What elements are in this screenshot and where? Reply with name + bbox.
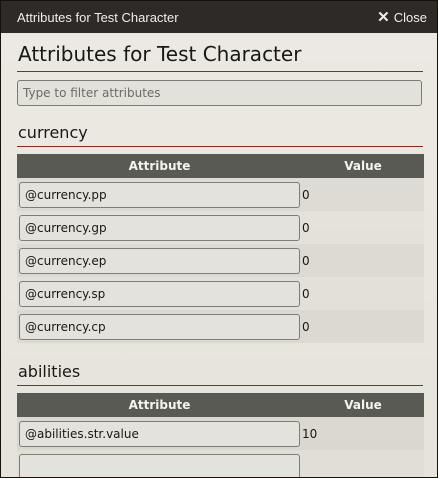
- attribute-value: 0: [302, 244, 424, 277]
- attribute-key-field[interactable]: @currency.gp: [19, 214, 300, 241]
- attribute-cell: @abilities.str.value: [17, 417, 302, 450]
- filter-attributes-input[interactable]: [17, 80, 422, 106]
- section-title-abilities: abilities: [17, 362, 423, 386]
- table-row: [17, 450, 424, 477]
- attribute-cell: @currency.sp: [17, 277, 302, 310]
- table-row: @abilities.str.value 10: [17, 417, 424, 450]
- section-title-currency: currency: [17, 123, 423, 147]
- attribute-value: 0: [302, 178, 424, 211]
- table-row: @currency.gp 0: [17, 211, 424, 244]
- attribute-cell: @currency.cp: [17, 310, 302, 343]
- value-column-header: Value: [302, 393, 424, 417]
- attribute-key-field[interactable]: @currency.cp: [19, 313, 300, 340]
- attribute-key-field[interactable]: [19, 453, 300, 477]
- attribute-value: 0: [302, 310, 424, 343]
- attribute-cell: [17, 450, 302, 477]
- attribute-key-field[interactable]: @abilities.str.value: [19, 420, 300, 447]
- attribute-cell: @currency.ep: [17, 244, 302, 277]
- table-row: @currency.pp 0: [17, 178, 424, 211]
- attribute-key-field[interactable]: @currency.pp: [19, 181, 300, 208]
- table-row: @currency.sp 0: [17, 277, 424, 310]
- attributes-dialog: Attributes for Test Character ✕ Close At…: [0, 0, 438, 478]
- close-label: Close: [393, 9, 427, 25]
- dialog-content[interactable]: Attributes for Test Character currency A…: [1, 33, 437, 477]
- page-title: Attributes for Test Character: [17, 41, 423, 72]
- attribute-cell: @currency.gp: [17, 211, 302, 244]
- attribute-column-header: Attribute: [17, 393, 302, 417]
- dialog-titlebar[interactable]: Attributes for Test Character ✕ Close: [1, 1, 437, 33]
- table-row: @currency.cp 0: [17, 310, 424, 343]
- table-header-row: Attribute Value: [17, 154, 424, 178]
- attribute-key-field[interactable]: @currency.sp: [19, 280, 300, 307]
- attribute-value: 10: [302, 417, 424, 450]
- table-header-row: Attribute Value: [17, 393, 424, 417]
- table-row: @currency.ep 0: [17, 244, 424, 277]
- close-icon: ✕: [377, 9, 390, 26]
- value-column-header: Value: [302, 154, 424, 178]
- attribute-column-header: Attribute: [17, 154, 302, 178]
- currency-attributes-table: Attribute Value @currency.pp 0 @currency…: [17, 154, 424, 343]
- attribute-value: 0: [302, 220, 310, 235]
- close-button[interactable]: ✕ Close: [377, 8, 427, 26]
- attribute-value: [302, 450, 424, 477]
- dialog-title: Attributes for Test Character: [17, 9, 179, 25]
- attribute-value: 0: [302, 286, 310, 301]
- attribute-cell: @currency.pp: [17, 178, 302, 211]
- attribute-key-field[interactable]: @currency.ep: [19, 247, 300, 274]
- abilities-attributes-table: Attribute Value @abilities.str.value 10: [17, 393, 424, 477]
